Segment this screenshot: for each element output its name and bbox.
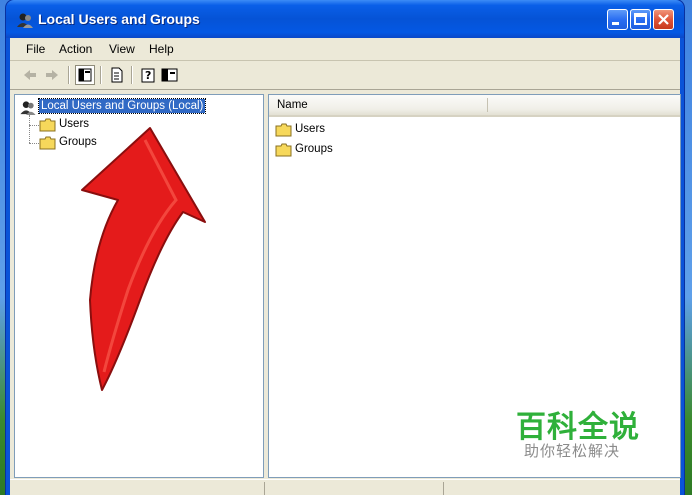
tree-root-label: Local Users and Groups (Local) bbox=[37, 98, 207, 114]
name-column-header[interactable]: Name bbox=[269, 95, 680, 117]
menu-action[interactable]: Action bbox=[59, 42, 92, 56]
back-button[interactable] bbox=[20, 65, 40, 85]
close-icon bbox=[658, 14, 669, 25]
close-button[interactable] bbox=[653, 9, 674, 30]
folder-icon bbox=[275, 143, 292, 157]
help-button[interactable]: ? bbox=[139, 65, 159, 85]
list-item-label: Users bbox=[295, 123, 326, 135]
status-bar-divider bbox=[264, 482, 265, 495]
forward-icon bbox=[46, 70, 58, 80]
column-divider[interactable] bbox=[487, 98, 488, 112]
window-title: Local Users and Groups bbox=[38, 11, 200, 27]
help-icon: ? bbox=[141, 68, 155, 83]
console-button[interactable] bbox=[160, 65, 180, 85]
tree-connector bbox=[29, 125, 39, 126]
minimize-button[interactable] bbox=[607, 9, 628, 30]
menu-help[interactable]: Help bbox=[149, 42, 174, 56]
minimize-icon bbox=[612, 22, 619, 25]
tree-connector bbox=[29, 115, 30, 143]
tree-connector bbox=[29, 143, 39, 144]
status-bar-divider bbox=[443, 482, 444, 495]
menu-file[interactable]: File bbox=[26, 42, 45, 56]
svg-text:?: ? bbox=[145, 69, 151, 82]
users-groups-icon bbox=[20, 101, 36, 116]
status-bar bbox=[10, 479, 680, 495]
maximize-button[interactable] bbox=[630, 9, 651, 30]
toolbar-separator bbox=[131, 66, 133, 84]
maximize-icon bbox=[634, 13, 647, 25]
users-groups-app-icon bbox=[17, 13, 33, 28]
menu-view[interactable]: View bbox=[109, 42, 135, 56]
console-tree-pane[interactable]: Local Users and Groups (Local) Users Gro… bbox=[14, 94, 264, 478]
toolbar-separator bbox=[100, 66, 102, 84]
tree-item-label: Users bbox=[59, 118, 90, 130]
list-item-label: Groups bbox=[295, 143, 333, 155]
show-hide-tree-icon bbox=[78, 68, 92, 82]
back-icon bbox=[24, 70, 36, 80]
export-list-button[interactable] bbox=[107, 65, 127, 85]
folder-icon bbox=[275, 123, 292, 137]
tree-item-label: Groups bbox=[59, 136, 97, 148]
console-icon bbox=[161, 68, 178, 82]
export-list-icon bbox=[111, 67, 123, 83]
folder-icon bbox=[39, 118, 56, 132]
show-hide-tree-button[interactable] bbox=[75, 65, 95, 85]
toolbar-separator bbox=[68, 66, 70, 84]
forward-button[interactable] bbox=[42, 65, 62, 85]
folder-icon bbox=[39, 136, 56, 150]
toolbar: ? bbox=[10, 61, 680, 90]
title-bar[interactable]: Local Users and Groups bbox=[6, 0, 684, 38]
watermark-subtitle: 助你轻松解决 bbox=[524, 442, 621, 460]
menu-bar: File Action View Help bbox=[10, 38, 680, 61]
column-header-label: Name bbox=[277, 99, 308, 111]
